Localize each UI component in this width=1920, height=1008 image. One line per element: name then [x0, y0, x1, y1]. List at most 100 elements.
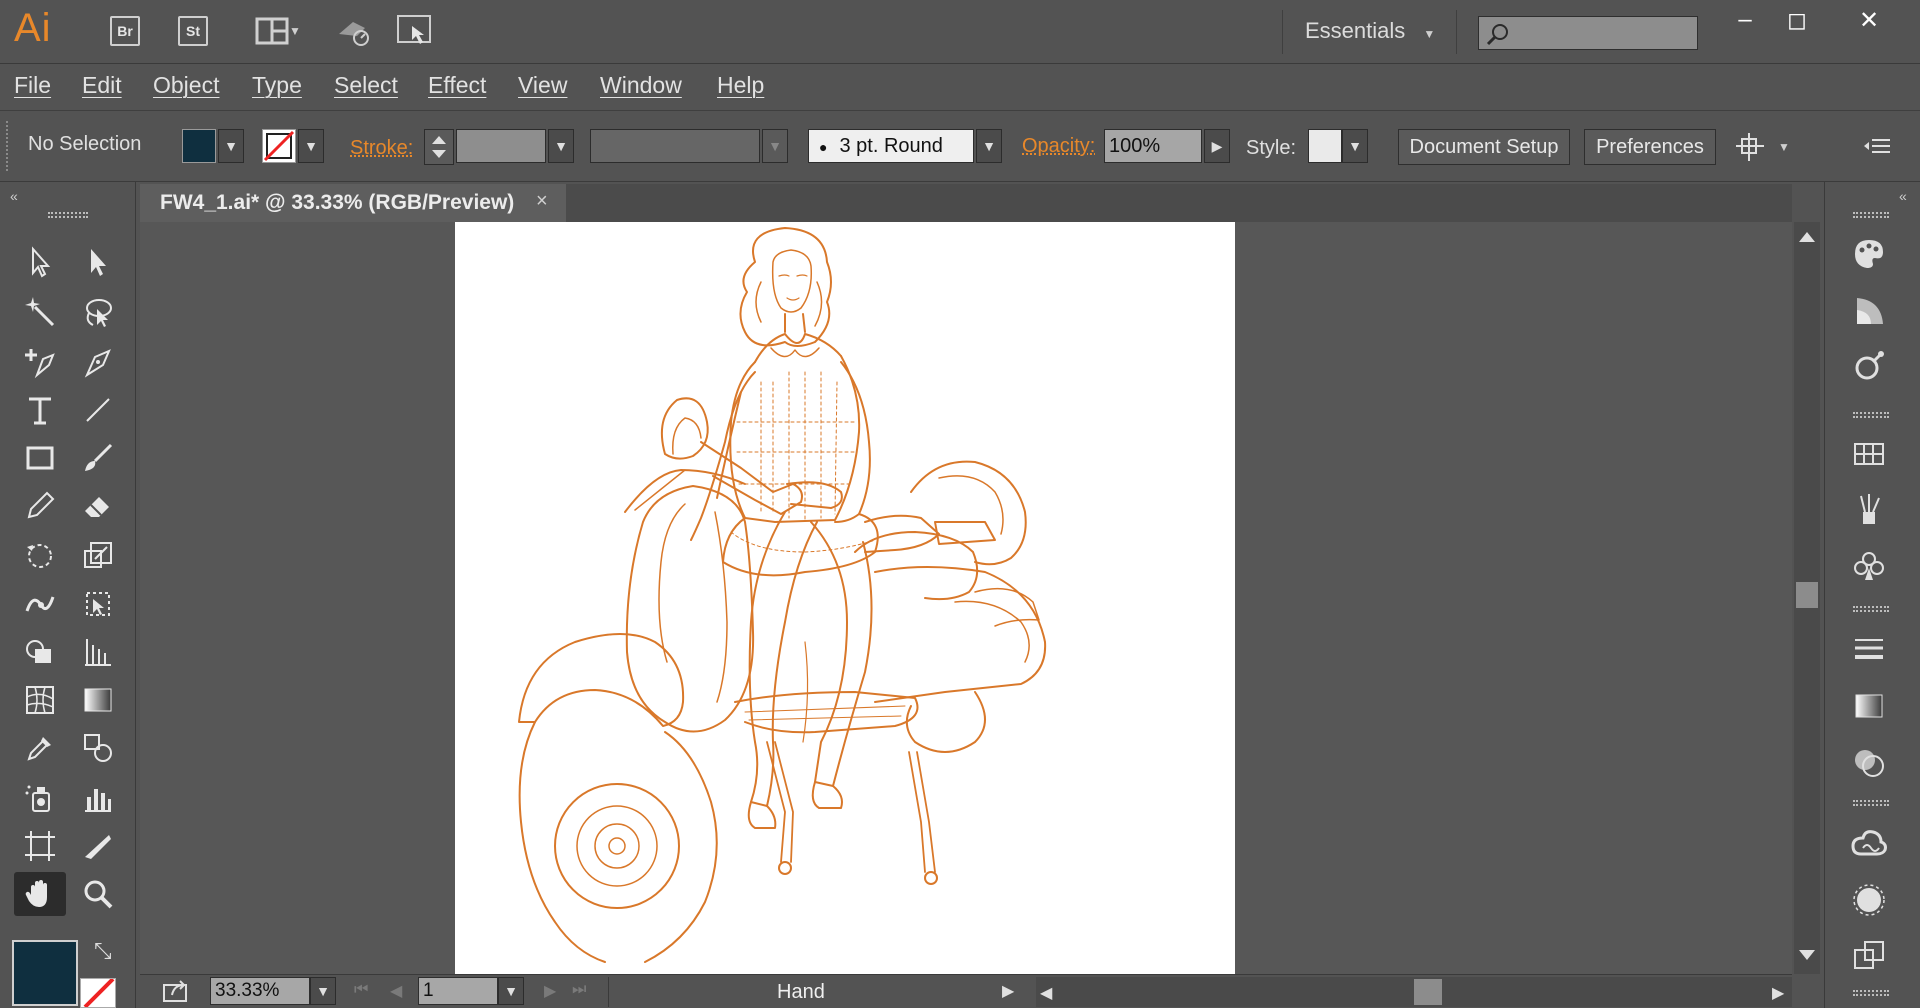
scroll-thumb[interactable]	[1796, 582, 1818, 608]
zoom-level-input[interactable]: 33.33%	[210, 977, 310, 1005]
swatches-panel-button[interactable]	[1847, 432, 1891, 476]
appearance-panel-button[interactable]	[1847, 878, 1891, 922]
help-search-input[interactable]	[1478, 16, 1698, 50]
graphic-style-swatch[interactable]	[1308, 129, 1342, 163]
panel-grip[interactable]	[48, 212, 88, 218]
blend-tool[interactable]	[72, 726, 124, 770]
rotate-tool[interactable]	[14, 534, 66, 578]
shape-builder-tool[interactable]	[14, 630, 66, 674]
color-guide-panel-button[interactable]	[1847, 288, 1891, 332]
brush-dropdown[interactable]: ▼	[976, 129, 1002, 163]
stroke-swatch[interactable]	[262, 129, 296, 163]
eraser-tool[interactable]	[72, 484, 124, 528]
panel-grip[interactable]	[1853, 606, 1889, 612]
touch-workspace-button[interactable]	[394, 14, 436, 48]
column-graph-tool[interactable]	[72, 776, 124, 820]
collapse-panel-icon[interactable]: «	[10, 188, 18, 204]
fill-swatch[interactable]	[182, 129, 216, 163]
menu-window[interactable]: Window	[600, 72, 682, 99]
brushes-panel-button[interactable]	[1847, 488, 1891, 532]
scroll-up-arrow[interactable]	[1799, 232, 1815, 242]
zoom-tool[interactable]	[72, 872, 124, 916]
expand-panels-icon[interactable]: «	[1899, 188, 1907, 204]
document-setup-button[interactable]: Document Setup	[1398, 129, 1570, 165]
menu-type[interactable]: Type	[252, 72, 302, 99]
pen-tool[interactable]	[72, 340, 124, 384]
bridge-button[interactable]: Br	[110, 16, 140, 46]
stroke-label-link[interactable]: Stroke:	[350, 137, 413, 160]
artboard[interactable]	[455, 222, 1235, 974]
graphic-style-dropdown[interactable]: ▼	[1342, 129, 1368, 163]
variable-width-profile[interactable]	[590, 129, 760, 163]
document-tab[interactable]: FW4_1.ai* @ 33.33% (RGB/Preview) ×	[140, 184, 566, 222]
gpu-performance-button[interactable]	[334, 14, 376, 48]
slice-tool[interactable]	[72, 824, 124, 868]
curvature-tool[interactable]	[14, 340, 66, 384]
line-segment-tool[interactable]	[72, 388, 124, 432]
first-artboard-button[interactable]: ⏮	[354, 981, 368, 999]
stroke-dropdown-arrow[interactable]: ▼	[298, 129, 324, 163]
artboard-tool[interactable]	[14, 824, 66, 868]
scroll-down-arrow[interactable]	[1799, 950, 1815, 960]
type-tool[interactable]	[14, 388, 66, 432]
scroll-left-arrow[interactable]: ◀	[1040, 983, 1052, 1003]
transparency-panel-button[interactable]	[1847, 740, 1891, 784]
control-bar-grip[interactable]	[6, 121, 10, 171]
panel-grip[interactable]	[1853, 412, 1889, 418]
panel-grip[interactable]	[1853, 212, 1889, 218]
scale-tool[interactable]	[72, 534, 124, 578]
stroke-weight-input[interactable]	[456, 129, 546, 163]
close-tab-button[interactable]: ×	[536, 190, 548, 213]
variable-width-dropdown[interactable]: ▼	[762, 129, 788, 163]
preferences-button[interactable]: Preferences	[1584, 129, 1716, 165]
opacity-input[interactable]: 100%	[1104, 129, 1202, 163]
menu-view[interactable]: View	[518, 72, 567, 99]
zoom-dropdown[interactable]: ▼	[310, 977, 336, 1005]
stroke-weight-dropdown[interactable]: ▼	[548, 129, 574, 163]
symbols-panel-button[interactable]	[1847, 544, 1891, 588]
arrange-documents-button[interactable]: ▼	[250, 14, 306, 48]
control-panel-menu-button[interactable]	[1862, 133, 1892, 164]
free-transform-tool[interactable]	[72, 582, 124, 626]
previous-artboard-button[interactable]: ◀	[390, 981, 402, 1001]
fill-color-box[interactable]	[12, 940, 78, 1006]
selection-tool[interactable]	[14, 240, 66, 284]
align-options-button[interactable]: ▼	[1734, 131, 1794, 163]
stock-button[interactable]: St	[178, 16, 208, 46]
menu-file[interactable]: File	[14, 72, 51, 99]
brush-definition[interactable]: ● 3 pt. Round	[808, 129, 974, 163]
panel-grip[interactable]	[1853, 990, 1889, 996]
artboard-dropdown[interactable]: ▼	[498, 977, 524, 1005]
menu-object[interactable]: Object	[153, 72, 219, 99]
stroke-weight-stepper[interactable]	[424, 129, 454, 165]
minimize-button[interactable]: –	[1716, 2, 1774, 38]
close-window-button[interactable]: ✕	[1840, 2, 1898, 38]
vertical-scrollbar[interactable]	[1794, 222, 1820, 974]
lasso-tool[interactable]	[72, 290, 124, 334]
maximize-button[interactable]: ◻	[1768, 2, 1826, 38]
panel-grip[interactable]	[1853, 800, 1889, 806]
pencil-tool[interactable]	[14, 484, 66, 528]
menu-help[interactable]: Help	[717, 72, 764, 99]
swap-fill-stroke-icon[interactable]: ⤡	[94, 938, 112, 964]
magic-wand-tool[interactable]	[14, 290, 66, 334]
mesh-tool[interactable]	[14, 678, 66, 722]
creative-cloud-libraries-button[interactable]	[1847, 344, 1891, 388]
color-panel-button[interactable]	[1847, 232, 1891, 276]
menu-effect[interactable]: Effect	[428, 72, 486, 99]
status-menu-arrow[interactable]: ▶	[1002, 981, 1014, 1001]
menu-select[interactable]: Select	[334, 72, 398, 99]
opacity-slider-arrow[interactable]: ▶	[1204, 129, 1230, 163]
horizontal-scroll-thumb[interactable]	[1414, 979, 1442, 1005]
width-tool[interactable]	[14, 582, 66, 626]
direct-selection-tool[interactable]	[72, 240, 124, 284]
artboard-number-input[interactable]: 1	[418, 977, 498, 1005]
canvas-area[interactable]	[140, 222, 1792, 974]
opacity-label-link[interactable]: Opacity:	[1022, 135, 1095, 158]
rectangle-tool[interactable]	[14, 436, 66, 480]
cc-libraries-panel-button[interactable]	[1847, 822, 1891, 866]
menu-edit[interactable]: Edit	[82, 72, 122, 99]
stroke-color-box[interactable]	[80, 977, 116, 1008]
scroll-right-arrow[interactable]: ▶	[1772, 983, 1784, 1003]
gradient-panel-button[interactable]	[1847, 684, 1891, 728]
